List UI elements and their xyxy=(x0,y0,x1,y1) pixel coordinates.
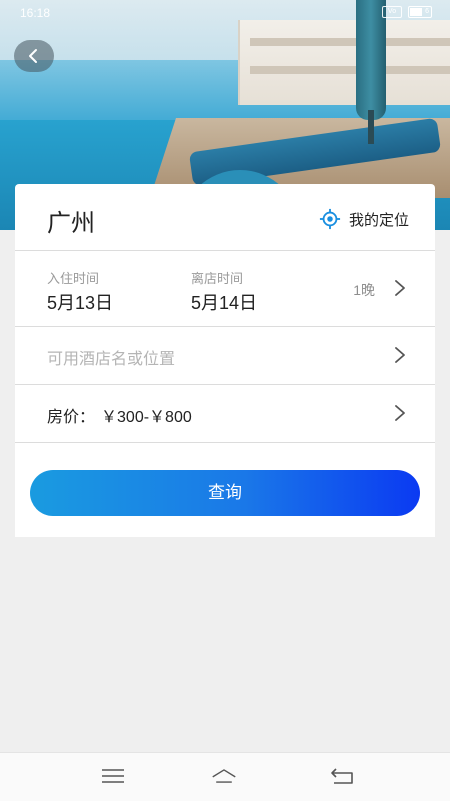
hero-building xyxy=(238,20,450,105)
checkout-field[interactable]: 离店时间 5月14日 xyxy=(191,268,257,315)
hero-umbrella-pole xyxy=(368,110,374,144)
checkin-date: 5月13日 xyxy=(47,293,114,313)
city-row: 广州 我的定位 xyxy=(15,184,435,251)
back-arrow-icon[interactable] xyxy=(330,767,356,785)
location-target-icon xyxy=(319,208,341,230)
checkin-field[interactable]: 入住时间 5月13日 xyxy=(47,268,113,315)
battery-level: 6 xyxy=(425,8,429,15)
home-icon[interactable] xyxy=(211,767,237,785)
checkout-label: 离店时间 xyxy=(191,272,244,287)
city-selector[interactable]: 广州 xyxy=(47,203,95,238)
date-row[interactable]: 入住时间 5月13日 离店时间 5月14日 1晚 xyxy=(15,250,435,327)
status-bar: 16:18 Vo 6 xyxy=(0,0,450,28)
system-nav-bar xyxy=(0,752,450,801)
status-icons: Vo 6 xyxy=(382,6,432,18)
nights-count: 1晚 xyxy=(353,282,375,298)
chevron-right-icon xyxy=(395,347,405,363)
battery-icon: 6 xyxy=(408,6,432,18)
chevron-left-icon xyxy=(29,49,37,63)
hotel-search-input[interactable]: 可用酒店名或位置 xyxy=(47,345,175,369)
price-label: 房价： xyxy=(47,407,96,426)
signal-icon: Vo xyxy=(382,6,402,18)
my-location-button[interactable]: 我的定位 xyxy=(319,208,409,230)
price-range: ￥300-￥800 xyxy=(101,409,192,426)
price-row[interactable]: 房价： ￥300-￥800 xyxy=(15,384,435,443)
back-button[interactable] xyxy=(14,40,54,72)
checkin-label: 入住时间 xyxy=(47,272,100,287)
my-location-label: 我的定位 xyxy=(348,210,409,229)
checkout-date: 5月14日 xyxy=(191,293,258,313)
hotel-search-card: 广州 我的定位 入住时间 5月13日 离店时间 5月14日 1晚 可用酒店名或位… xyxy=(15,184,435,537)
price-filter: 房价： ￥300-￥800 xyxy=(47,403,192,427)
chevron-right-icon xyxy=(395,280,405,296)
status-time: 16:18 xyxy=(20,6,51,20)
hotel-name-row[interactable]: 可用酒店名或位置 xyxy=(15,326,435,385)
chevron-right-icon xyxy=(395,405,405,421)
menu-icon[interactable] xyxy=(100,767,126,785)
query-button[interactable]: 查询 xyxy=(30,470,420,516)
